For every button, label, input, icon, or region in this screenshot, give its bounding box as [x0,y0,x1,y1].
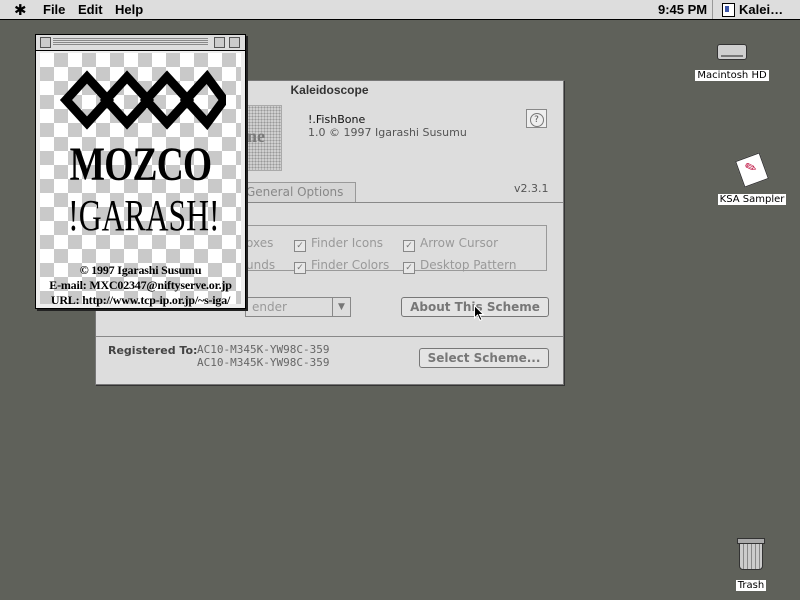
splash-email: E-mail: MXC02347@niftyserve.or.jp [49,278,232,292]
splash-title: MOZCO [69,138,212,191]
collapse-box-icon[interactable] [229,37,240,48]
menu-clock[interactable]: 9:45 PM [658,2,707,17]
tab-general-options[interactable]: General Options [242,182,357,203]
hard-disk-icon [717,44,747,60]
menu-bar: ✱ File Edit Help 9:45 PM Kalei… [0,0,800,20]
application-menu[interactable]: Kalei… [712,0,800,19]
splash-subtitle: !GARASH! [68,191,220,240]
menu-edit[interactable]: Edit [78,2,103,17]
document-icon [734,152,770,188]
checkbox-checked-icon: ✓ [403,262,415,274]
ksa-sampler-label: KSA Sampler [717,194,787,205]
scheme-preview-text: ne [247,126,265,146]
option-finder-colors[interactable]: ✓ Finder Colors [294,258,389,274]
mozco-logo-icon [59,69,226,131]
registration-code: AC10-M345K-YW98C-359 [197,356,330,369]
scheme-copyright: 1.0 © 1997 Igarashi Susumu [308,126,467,139]
checkbox-checked-icon: ✓ [403,240,415,252]
checkbox-checked-icon: ✓ [294,262,306,274]
chevron-down-icon: ▼ [332,298,350,316]
option-finder-icons[interactable]: ✓ Finder Icons [294,236,383,252]
tab-general-options-label: General Options [246,185,344,199]
appearance-popup-value: ender [252,300,287,314]
registration-code: AC10-M345K-YW98C-359 [197,343,330,356]
zoom-box-icon[interactable] [214,37,225,48]
trash-can-icon [737,538,765,570]
macintosh-hd-icon[interactable]: Macintosh HD [695,44,769,82]
trash-icon[interactable]: Trash [728,538,774,592]
ksa-sampler-icon[interactable]: KSA Sampler [714,152,790,206]
menu-help[interactable]: Help [115,2,143,17]
registered-to-label: Registered To: [108,344,198,357]
appearance-popup[interactable]: ender ▼ [245,297,351,317]
scheme-name: !.FishBone [308,113,366,126]
title-bar-stripes [53,38,208,46]
version-label: v2.3.1 [514,182,549,195]
macintosh-hd-label: Macintosh HD [695,70,769,81]
registration-divider [96,336,563,337]
option-checkboxes[interactable]: oxes [246,236,273,250]
option-desktop-pattern[interactable]: ✓ Desktop Pattern [403,258,516,274]
trash-label: Trash [735,580,767,591]
application-menu-label: Kalei… [739,2,784,17]
splash-url: URL: http://www.tcp-ip.or.jp/~s-iga/ [50,293,231,307]
close-box-icon[interactable] [40,37,51,48]
select-scheme-button[interactable]: Select Scheme... [419,348,549,368]
splash-body: MOZCO !GARASH! © 1997 Igarashi Susumu E-… [40,53,241,307]
menu-file[interactable]: File [43,2,65,17]
apple-menu-icon[interactable]: ✱ [14,1,27,19]
kaleidoscope-app-icon [722,3,735,17]
checkbox-checked-icon: ✓ [294,240,306,252]
splash-copyright: © 1997 Igarashi Susumu [79,263,202,277]
help-icon: ? [529,113,544,127]
option-sounds[interactable]: unds [246,258,275,272]
scheme-splash-window: MOZCO !GARASH! © 1997 Igarashi Susumu E-… [35,34,246,309]
option-arrow-cursor[interactable]: ✓ Arrow Cursor [403,236,498,252]
splash-title-bar[interactable] [36,35,245,51]
help-button[interactable]: ? [526,109,547,128]
arrow-cursor-icon [474,305,485,322]
scheme-preview: ne [244,105,282,171]
